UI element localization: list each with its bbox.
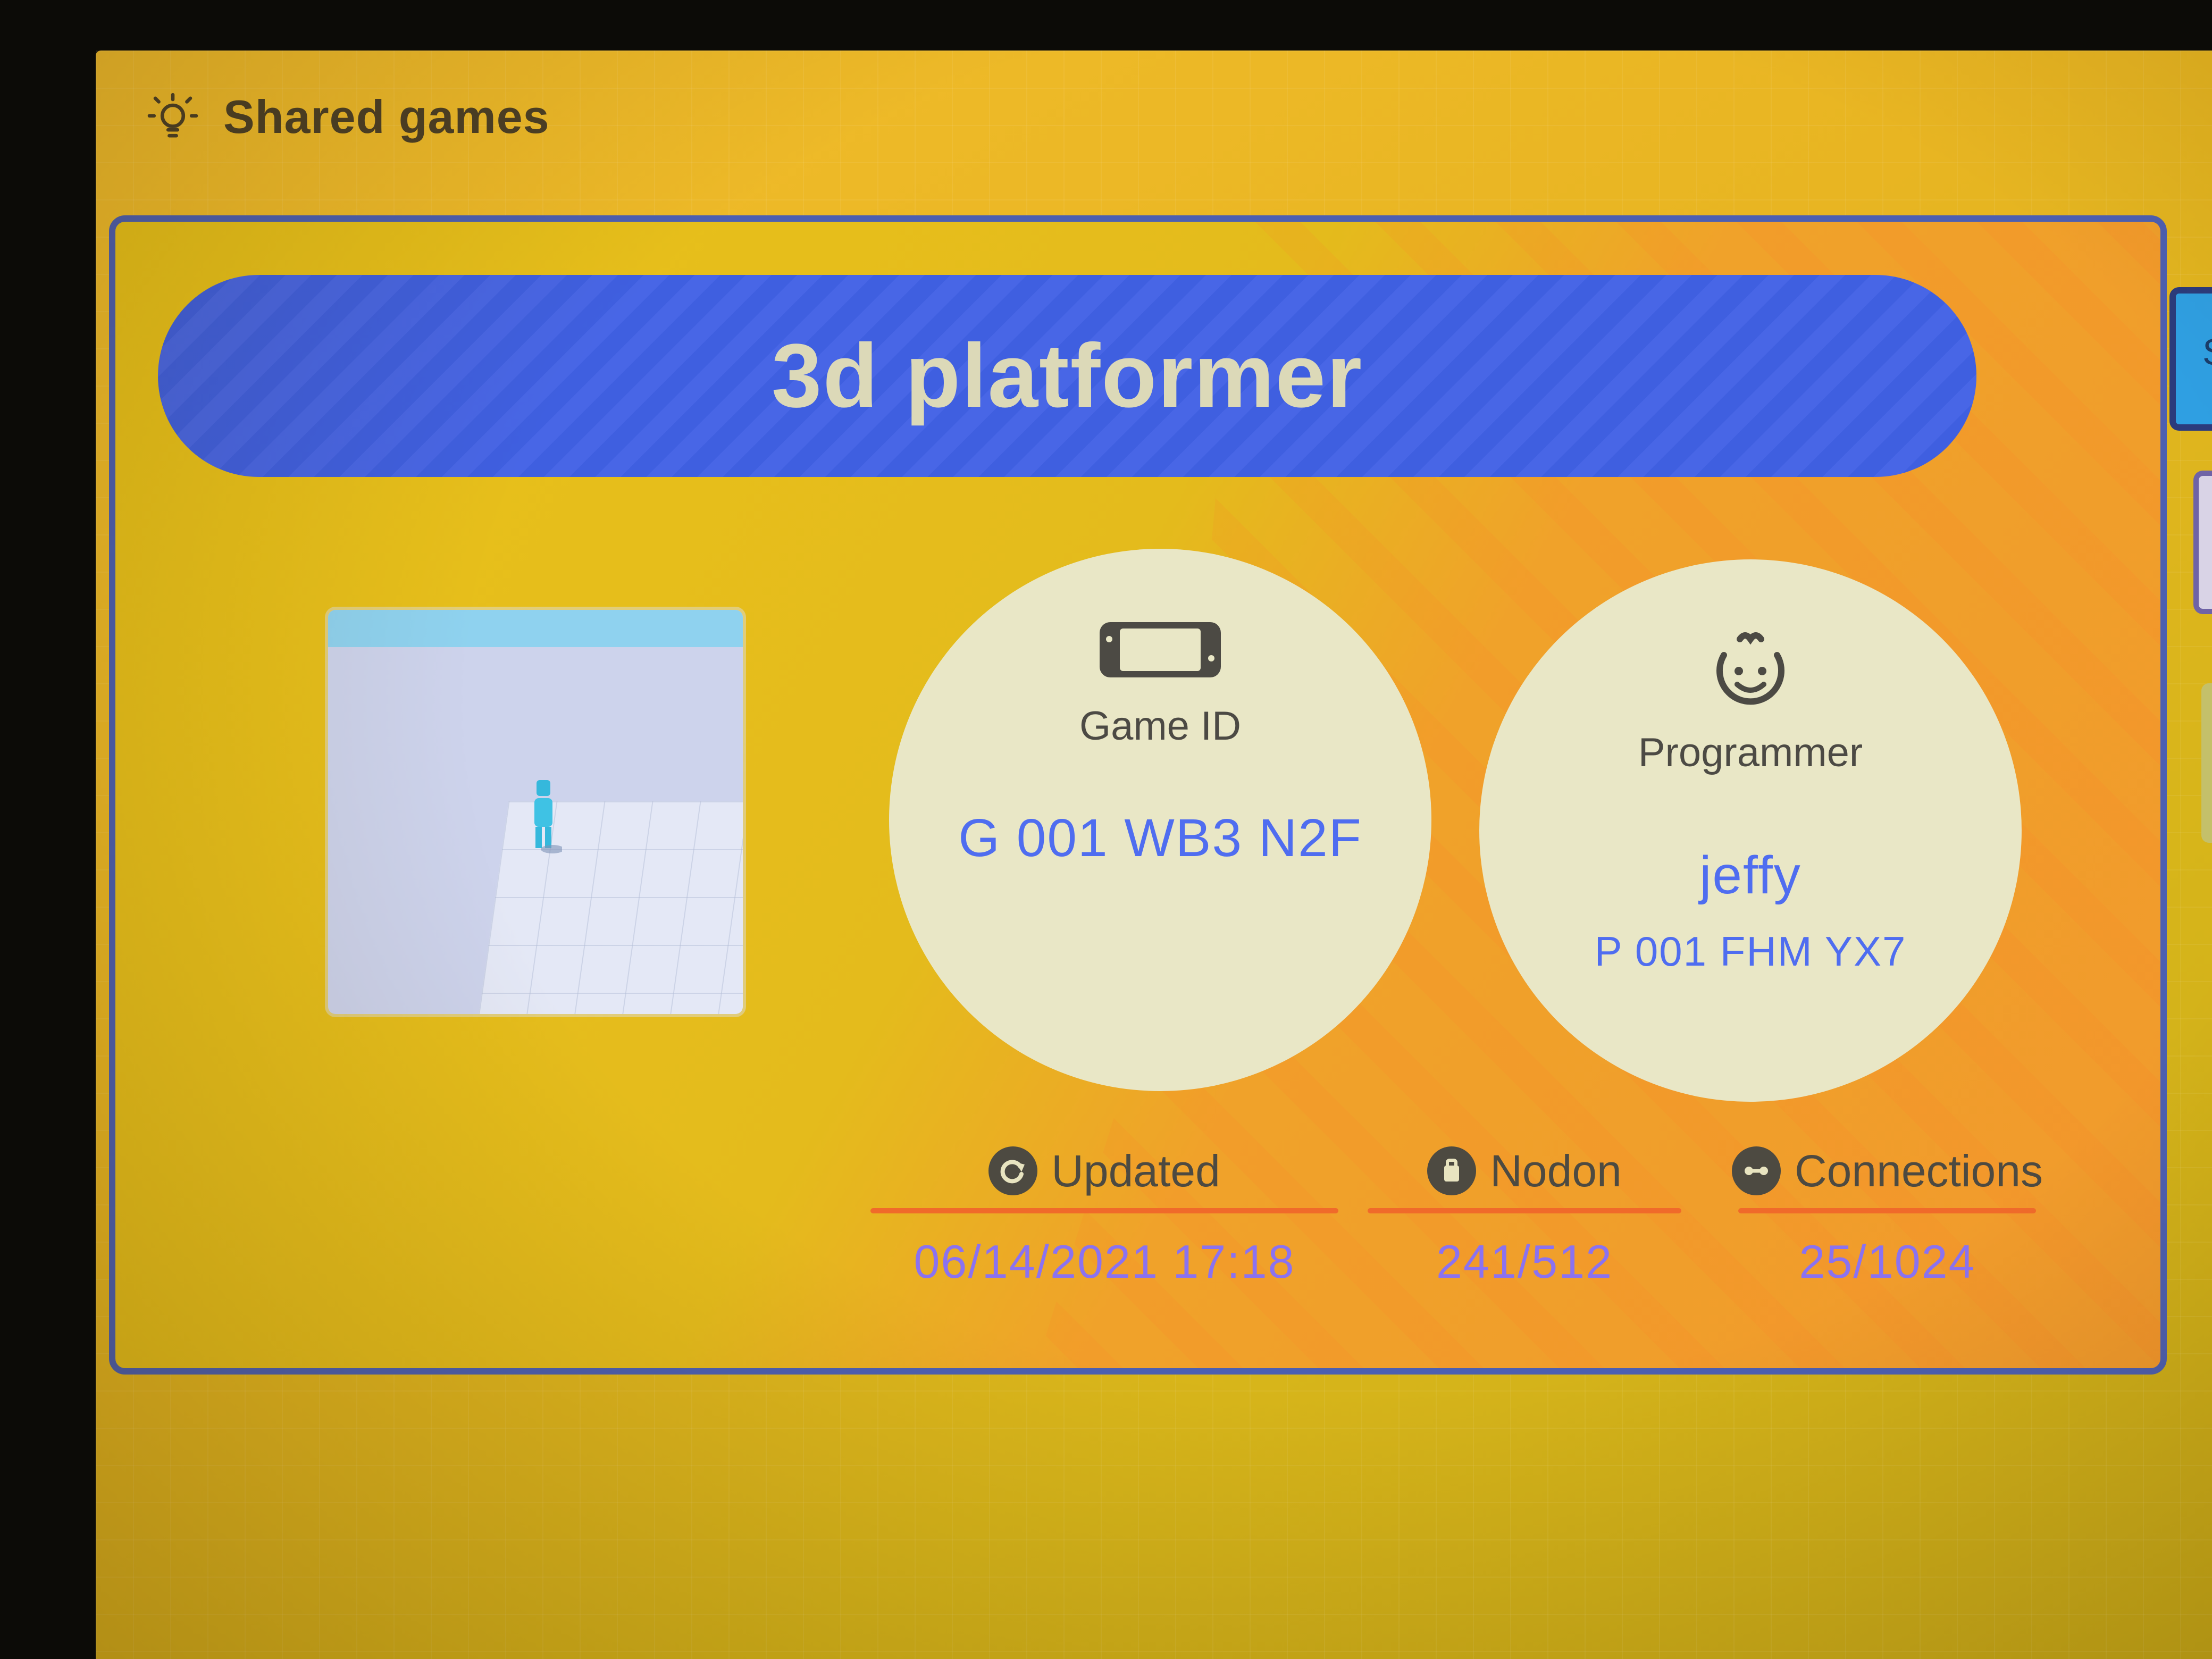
thumbnail-floor	[477, 801, 743, 1014]
programmer-id: P 001 FHM YX7	[1594, 928, 1907, 975]
screen: Shared games 3d platformer Game ID G 001…	[96, 51, 2212, 1659]
nodon-value: 241/512	[1436, 1235, 1613, 1288]
connections-stat: Connections 25/1024	[1732, 1139, 2043, 1289]
game-card[interactable]: 3d platformer Game ID G 001 WB3 N2F Prog…	[109, 215, 2167, 1375]
game-id-panel: Game ID G 001 WB3 N2F	[889, 549, 1431, 1091]
game-title: 3d platformer	[771, 325, 1363, 426]
connections-label: Connections	[1795, 1145, 2043, 1196]
game-id-value: G 001 WB3 N2F	[958, 808, 1362, 868]
console-icon	[1100, 622, 1221, 677]
header: Shared games	[144, 88, 550, 146]
side-tab-2[interactable]	[2193, 471, 2212, 614]
nodon-stat: Nodon 241/512	[1368, 1139, 1681, 1289]
nodon-underline	[1368, 1208, 1681, 1213]
face-icon	[1716, 632, 1784, 705]
connections-underline	[1738, 1208, 2037, 1213]
updated-underline	[870, 1208, 1338, 1213]
side-tab-1[interactable]: S	[2169, 287, 2212, 431]
lightbulb-icon	[147, 93, 198, 138]
programmer-label: Programmer	[1638, 730, 1863, 775]
character-figure	[534, 780, 562, 853]
side-tab-3[interactable]	[2201, 683, 2212, 843]
page-title: Shared games	[223, 90, 550, 143]
programmer-panel: Programmer jeffy P 001 FHM YX7	[1479, 559, 2022, 1102]
nodon-icon	[1427, 1146, 1477, 1195]
updated-value: 06/14/2021 17:18	[914, 1235, 1295, 1288]
game-thumbnail[interactable]	[328, 610, 743, 1014]
connections-value: 25/1024	[1799, 1235, 1976, 1288]
refresh-icon	[988, 1146, 1038, 1195]
thumbnail-sky	[328, 610, 743, 647]
programmer-name[interactable]: jeffy	[1699, 845, 1802, 906]
link-icon	[1732, 1146, 1781, 1195]
nodon-label: Nodon	[1490, 1145, 1622, 1196]
game-id-label: Game ID	[1079, 703, 1242, 749]
updated-stat: Updated 06/14/2021 17:18	[870, 1139, 1338, 1289]
game-title-banner: 3d platformer	[158, 275, 1976, 477]
updated-label: Updated	[1051, 1145, 1220, 1196]
side-tab-1-label: S	[2202, 331, 2212, 373]
